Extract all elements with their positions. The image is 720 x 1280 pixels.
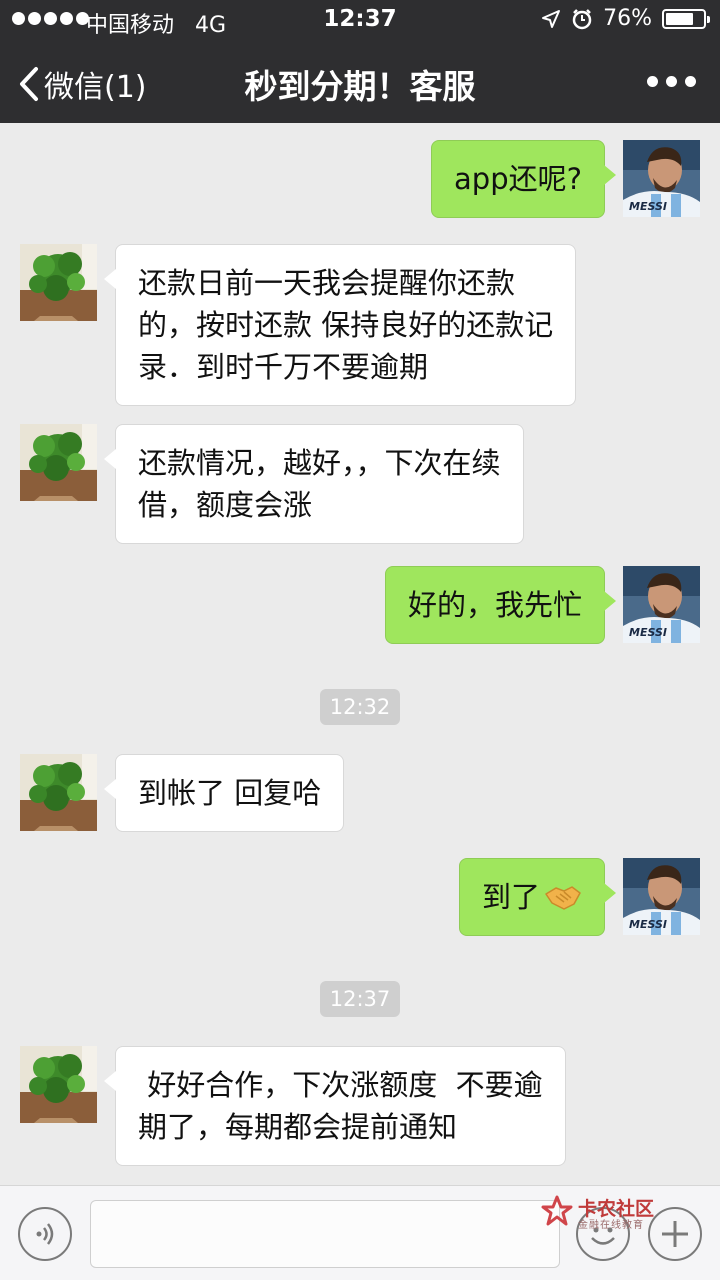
watermark: 卡农社区 金融在线教育 <box>540 1192 670 1232</box>
contact-avatar[interactable] <box>20 1046 97 1123</box>
message-bubble[interactable]: 到帐了 回复哈 <box>103 754 345 832</box>
status-right: 76% <box>541 6 710 31</box>
voice-icon <box>36 1223 54 1245</box>
message-bubble[interactable]: 还款情况，越好，，下次在续 借，额度会涨 <box>104 424 524 544</box>
battery-percent: 76% <box>603 6 652 31</box>
watermark-logo-icon <box>541 1195 573 1226</box>
timestamp-label: 12:32 <box>319 689 401 725</box>
timestamp: 12:37 <box>0 981 720 1017</box>
battery-icon <box>662 8 710 29</box>
message-input[interactable] <box>90 1200 560 1268</box>
self-avatar[interactable]: MESSI <box>623 566 700 643</box>
jersey-text: MESSI <box>629 918 667 931</box>
status-bar: 中国移动 4G 12:37 76% <box>0 0 720 40</box>
handshake-emoji-icon <box>545 886 581 910</box>
voice-input-button[interactable] <box>18 1207 72 1261</box>
contact-avatar[interactable] <box>20 424 97 501</box>
chat-area[interactable]: app还呢? MESSI 还款日前一天我会提醒你还款 的，按时还款 保持良好的还… <box>0 123 720 1185</box>
message-text: 到了 <box>481 880 540 914</box>
jersey-text: MESSI <box>629 626 667 639</box>
location-arrow-icon <box>542 9 561 28</box>
more-options-icon[interactable] <box>647 76 696 87</box>
nav-bar: 微信(1) 秒到分期！客服 <box>0 42 720 120</box>
self-avatar[interactable]: MESSI <box>623 858 700 935</box>
top-bar: 中国移动 4G 12:37 76% 微信(1) 秒到分期！客服 <box>0 0 720 123</box>
message-bubble[interactable]: 好的，我先忙 <box>384 566 617 644</box>
message-bubble[interactable]: app还呢? <box>431 140 616 218</box>
message-bubble[interactable]: 到了 <box>458 858 617 936</box>
contact-avatar[interactable] <box>20 244 97 321</box>
timestamp-label: 12:37 <box>319 981 401 1017</box>
jersey-text: MESSI <box>629 200 667 213</box>
message-bubble[interactable]: 还款日前一天我会提醒你还款 的，按时还款 保持良好的还款记 录．到时千万不要逾期 <box>103 244 577 406</box>
watermark-subtitle: 金融在线教育 <box>578 1220 644 1231</box>
message-bubble[interactable]: 好好合作，下次涨额度 不要逾 期了，每期都会提前通知 <box>104 1046 566 1166</box>
contact-avatar[interactable] <box>20 754 97 831</box>
alarm-clock-icon <box>572 8 592 29</box>
chat-title: 秒到分期！客服 <box>244 67 476 106</box>
timestamp: 12:32 <box>0 689 720 725</box>
self-avatar[interactable]: MESSI <box>623 140 700 217</box>
